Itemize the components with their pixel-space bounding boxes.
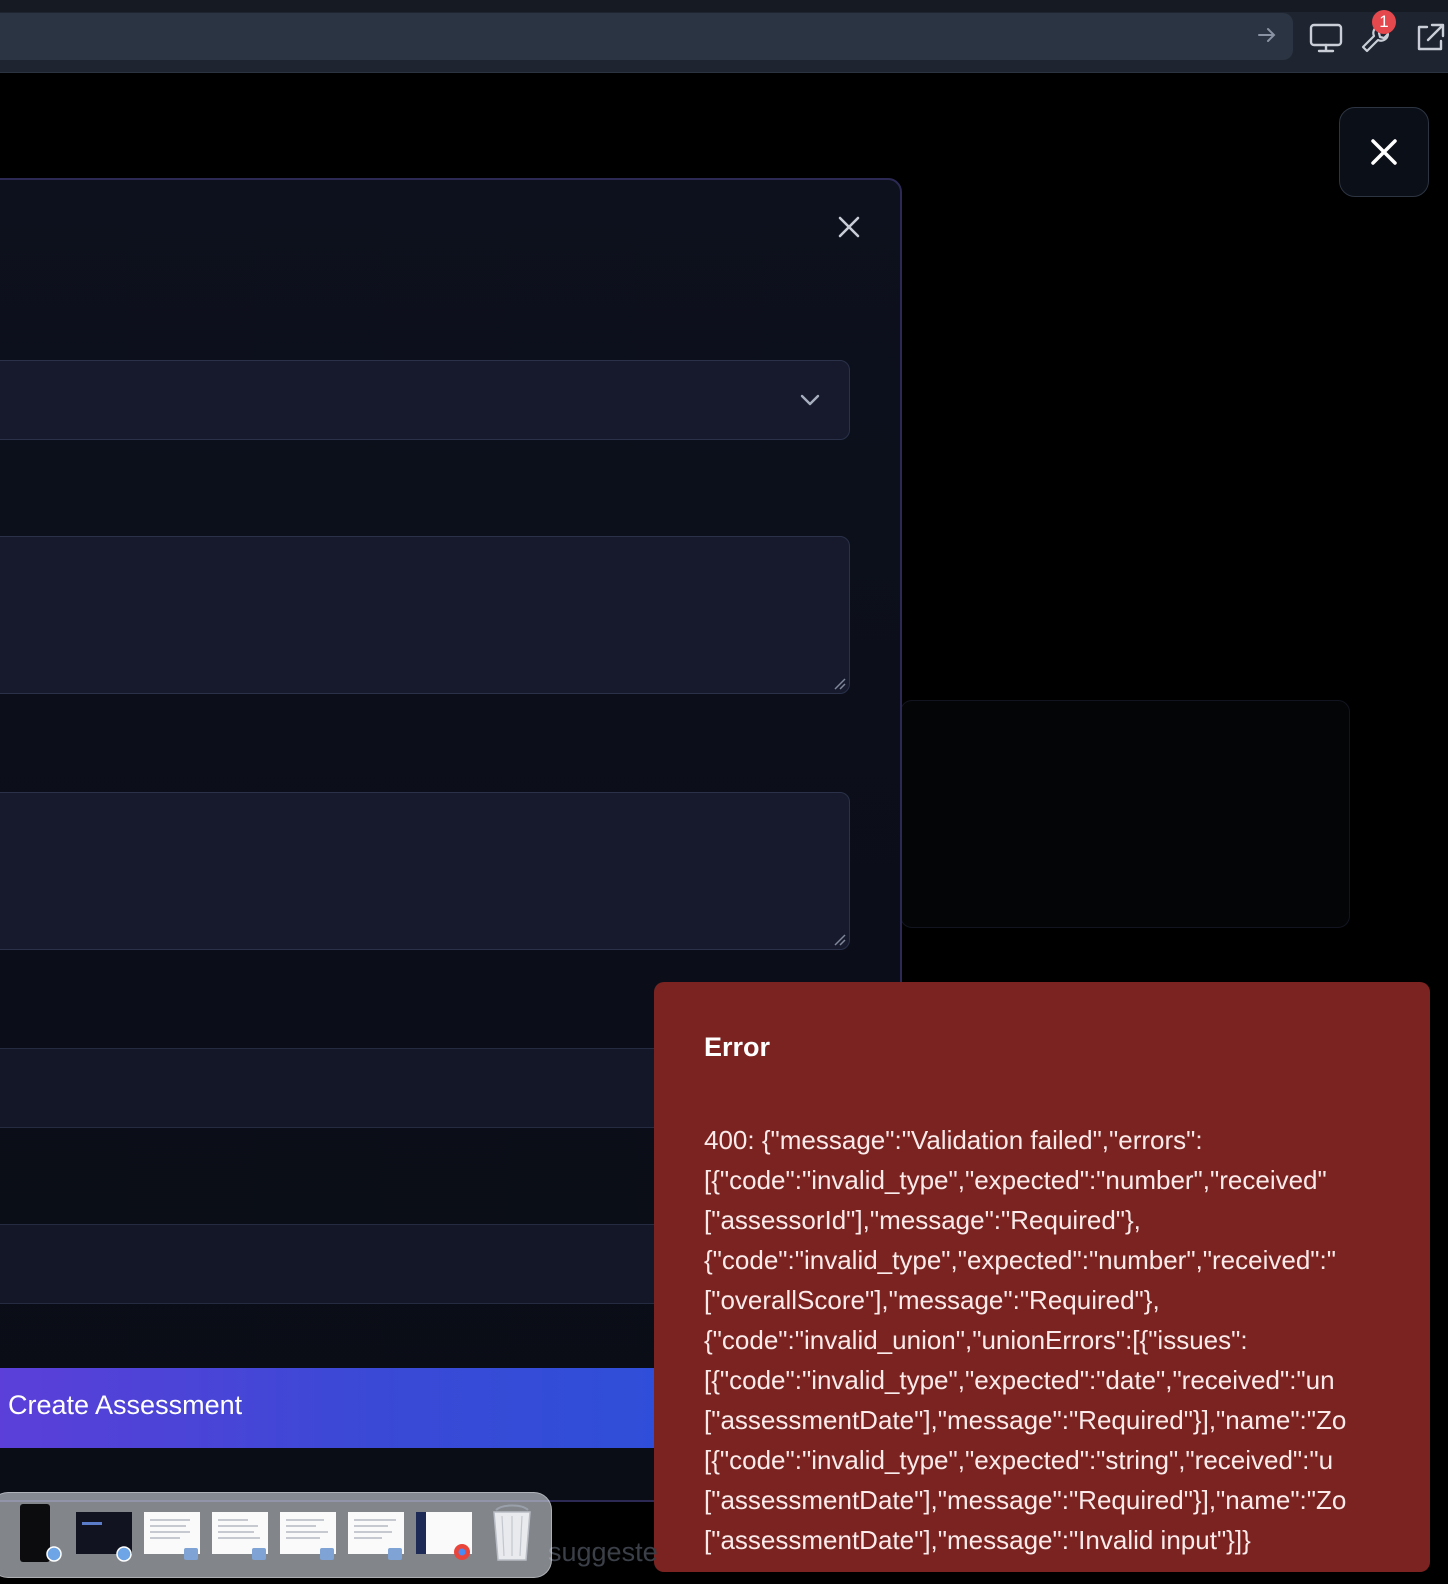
error-line: {"code":"invalid_type","expected":"numbe… — [704, 1245, 1336, 1275]
document-1-icon[interactable] — [142, 1502, 202, 1564]
chevron-down-icon — [800, 394, 820, 406]
error-line: [{"code":"invalid_type","expected":"date… — [704, 1365, 1335, 1395]
error-line: [{"code":"invalid_type","expected":"stri… — [704, 1445, 1334, 1475]
comments-textarea[interactable] — [0, 792, 850, 950]
toolbar-edge — [0, 0, 1448, 12]
external-link-icon[interactable] — [1412, 20, 1448, 56]
error-toast[interactable]: Error 400: {"message":"Validation failed… — [654, 982, 1430, 1572]
form-input-row[interactable] — [0, 1224, 682, 1304]
error-title: Error — [704, 1032, 771, 1062]
close-icon — [1371, 139, 1397, 165]
background-card — [900, 700, 1350, 928]
create-assessment-label: Create Assessment — [8, 1390, 243, 1420]
error-line: ["assessmentDate"],"message":"Required"}… — [704, 1405, 1347, 1435]
background-partial-text: suggeste — [548, 1537, 658, 1567]
error-line: ["overallScore"],"message":"Required"}, — [704, 1285, 1160, 1315]
assessment-select[interactable] — [0, 360, 850, 440]
error-line: ["assessorId"],"message":"Required"}, — [704, 1205, 1141, 1235]
document-3-icon[interactable] — [278, 1502, 338, 1564]
document-2-icon[interactable] — [210, 1502, 270, 1564]
form-input-row[interactable] — [0, 1048, 682, 1128]
phone-mirror-app-icon[interactable] — [8, 1502, 68, 1564]
document-4-icon[interactable] — [346, 1502, 406, 1564]
create-assessment-button[interactable]: Create Assessment — [0, 1368, 680, 1448]
monitor-icon[interactable] — [1308, 20, 1344, 56]
address-bar[interactable] — [0, 13, 1293, 60]
dark-app-window-icon[interactable] — [74, 1502, 134, 1564]
resize-handle-icon[interactable] — [832, 676, 846, 690]
resize-handle-icon[interactable] — [832, 932, 846, 946]
browser-toolbar: 1 — [0, 0, 1448, 73]
error-line: [{"code":"invalid_type","expected":"numb… — [704, 1165, 1327, 1195]
close-overlay-button[interactable] — [1339, 107, 1429, 197]
chrome-window-icon[interactable] — [414, 1502, 474, 1564]
trash-icon[interactable] — [482, 1502, 542, 1564]
error-message: 400: {"message":"Validation failed","err… — [704, 1080, 1430, 1572]
error-line: ["assessmentDate"],"message":"Required"}… — [704, 1485, 1347, 1515]
error-line: {"code":"invalid_union","unionErrors":[{… — [704, 1325, 1248, 1355]
modal-close-icon[interactable] — [834, 212, 864, 242]
notes-textarea[interactable] — [0, 536, 850, 694]
go-arrow-icon[interactable] — [1255, 23, 1279, 47]
error-line: ["assessmentDate"],"message":"Invalid in… — [704, 1525, 1251, 1555]
notification-badge: 1 — [1372, 10, 1396, 34]
error-line: 400: {"message":"Validation failed","err… — [704, 1125, 1203, 1155]
